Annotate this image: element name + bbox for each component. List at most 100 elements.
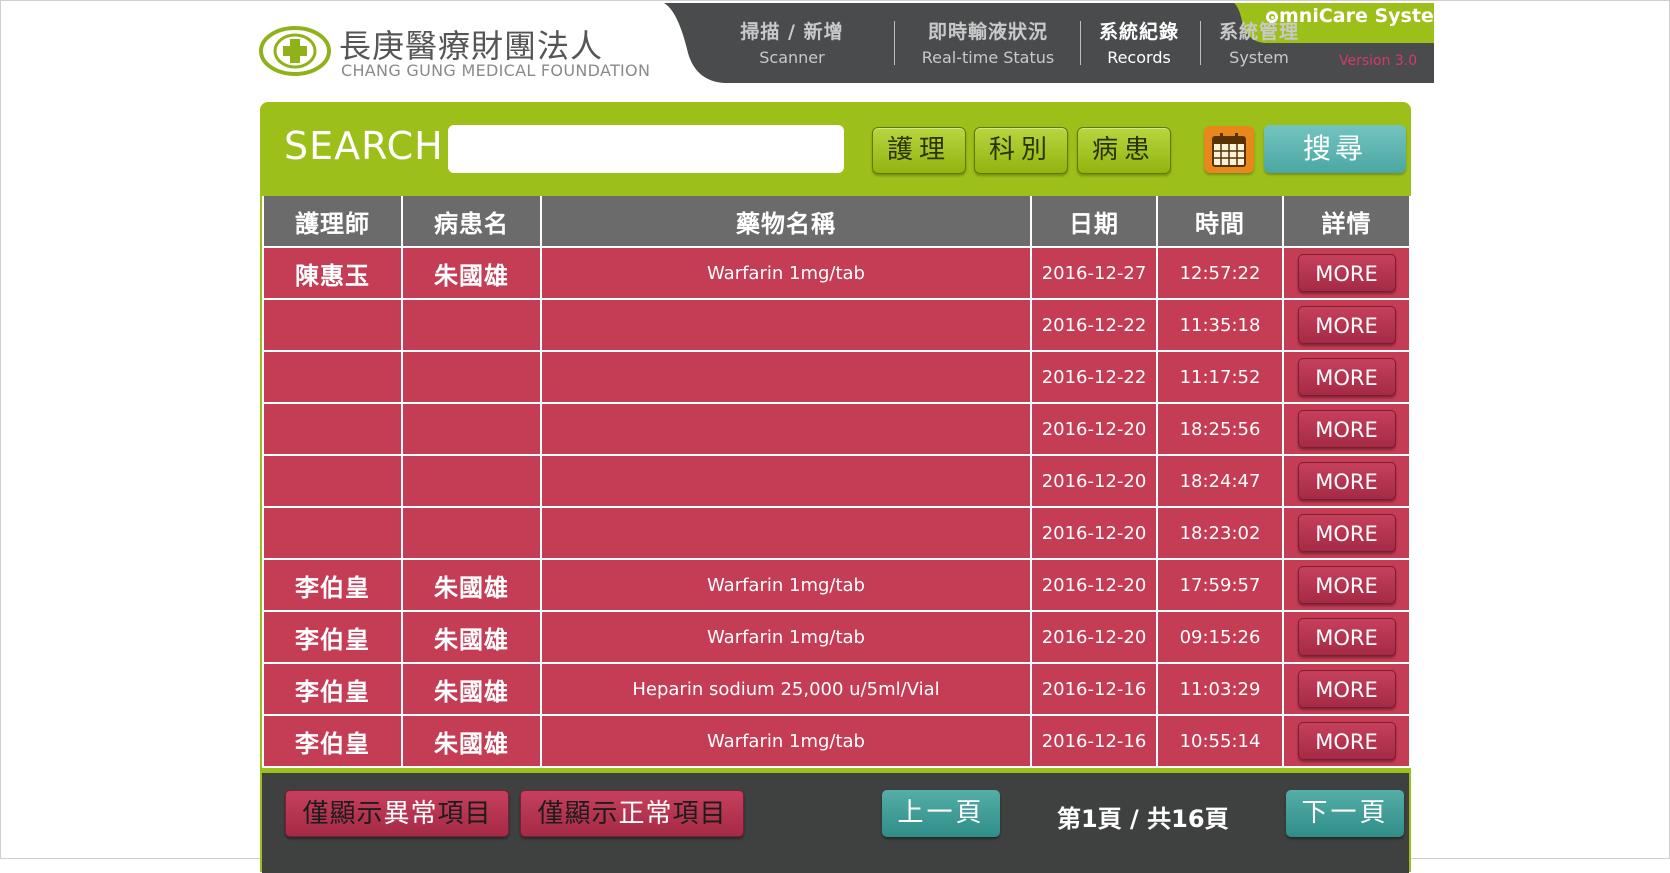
cell-date: 2016-12-27: [1030, 246, 1158, 300]
more-button[interactable]: MORE: [1297, 514, 1396, 552]
nav-divider: [1200, 21, 1201, 65]
search-input[interactable]: [448, 125, 844, 173]
cell-time: 17:59:57: [1156, 558, 1284, 612]
nav-scanner[interactable]: 掃描 / 新增 Scanner: [722, 17, 862, 67]
cell-nurse: [262, 298, 403, 352]
filter-department-button[interactable]: 科別: [974, 127, 1068, 174]
nav-scanner-en: Scanner: [759, 48, 825, 67]
cell-patient: [401, 402, 542, 456]
cell-date: 2016-12-16: [1030, 714, 1158, 768]
table-row: 2016-12-20 18:24:47 MORE: [262, 454, 1411, 508]
next-page-button[interactable]: 下一頁: [1286, 790, 1404, 837]
cell-details: MORE: [1282, 402, 1411, 456]
records-table: 護理師 病患名 藥物名稱 日期 時間 詳情 陳惠玉 朱國雄 Warfarin 1…: [262, 196, 1411, 768]
cell-date: 2016-12-16: [1030, 662, 1158, 716]
more-button[interactable]: MORE: [1297, 306, 1396, 344]
header-date: 日期: [1030, 196, 1158, 248]
more-button[interactable]: MORE: [1297, 358, 1396, 396]
cell-details: MORE: [1282, 350, 1411, 404]
cross-logo-icon: [259, 26, 331, 76]
nav-records-cn: 系統紀錄: [1098, 21, 1179, 43]
cell-patient: [401, 350, 542, 404]
cell-patient: 朱國雄: [401, 246, 542, 300]
table-header-row: 護理師 病患名 藥物名稱 日期 時間 詳情: [262, 196, 1411, 248]
table-row: 2016-12-20 18:23:02 MORE: [262, 506, 1411, 560]
pagination-footer: 僅顯示異常項目 僅顯示正常項目 上一頁 第1頁 / 共16頁 下一頁: [262, 773, 1409, 873]
brand-o-icon: [1266, 11, 1278, 23]
records-panel: SEARCH 護理 科別 病患 搜尋 護理師 病患名 藥物名稱 日期 時間 詳情…: [260, 102, 1411, 873]
cell-drug: Heparin sodium 25,000 u/5ml/Vial: [540, 662, 1032, 716]
prev-page-button[interactable]: 上一頁: [882, 790, 1000, 837]
records-page: 長庚醫療財團法人 CHANG GUNG MEDICAL FOUNDATION 掃…: [0, 0, 1670, 873]
cell-time: 11:35:18: [1156, 298, 1284, 352]
more-button[interactable]: MORE: [1297, 618, 1396, 656]
more-button[interactable]: MORE: [1297, 722, 1396, 760]
more-button[interactable]: MORE: [1297, 254, 1396, 292]
cell-time: 09:15:26: [1156, 610, 1284, 664]
foundation-name-en: CHANG GUNG MEDICAL FOUNDATION: [341, 61, 651, 80]
cell-time: 18:25:56: [1156, 402, 1284, 456]
calendar-icon: [1212, 133, 1246, 167]
nav-divider: [894, 21, 895, 65]
nav-realtime-status-en: Real-time Status: [921, 48, 1055, 67]
table-row: 陳惠玉 朱國雄 Warfarin 1mg/tab 2016-12-27 12:5…: [262, 246, 1411, 300]
cell-patient: [401, 454, 542, 508]
cell-details: MORE: [1282, 298, 1411, 352]
cell-nurse: 李伯皇: [262, 558, 403, 612]
more-button[interactable]: MORE: [1297, 462, 1396, 500]
cell-patient: [401, 298, 542, 352]
header-nurse: 護理師: [262, 196, 403, 248]
calendar-button[interactable]: [1204, 126, 1254, 173]
cell-drug: Warfarin 1mg/tab: [540, 558, 1032, 612]
cell-details: MORE: [1282, 454, 1411, 508]
normal-label-suffix: 項目: [672, 799, 727, 829]
nav-records[interactable]: 系統紀錄 Records: [1086, 17, 1192, 67]
cell-nurse: 李伯皇: [262, 714, 403, 768]
header-time: 時間: [1156, 196, 1284, 248]
search-submit-button[interactable]: 搜尋: [1264, 125, 1406, 173]
header-details: 詳情: [1282, 196, 1411, 248]
table-row: 李伯皇 朱國雄 Heparin sodium 25,000 u/5ml/Vial…: [262, 662, 1411, 716]
more-button[interactable]: MORE: [1297, 670, 1396, 708]
nav-records-en: Records: [1107, 48, 1171, 67]
abnormal-label-keyword: 異常: [383, 799, 438, 829]
nav-realtime-status[interactable]: 即時輸液狀況 Real-time Status: [900, 17, 1076, 67]
cell-patient: 朱國雄: [401, 610, 542, 664]
app-header: 長庚醫療財團法人 CHANG GUNG MEDICAL FOUNDATION 掃…: [259, 3, 1434, 83]
cell-time: 11:03:29: [1156, 662, 1284, 716]
nav-system-en: System: [1229, 48, 1289, 67]
cell-nurse: [262, 402, 403, 456]
cell-date: 2016-12-22: [1030, 350, 1158, 404]
more-button[interactable]: MORE: [1297, 566, 1396, 604]
cell-patient: [401, 506, 542, 560]
header-patient: 病患名: [401, 196, 542, 248]
cell-drug: Warfarin 1mg/tab: [540, 246, 1032, 300]
show-normal-button[interactable]: 僅顯示正常項目: [520, 790, 744, 837]
filter-nursing-button[interactable]: 護理: [872, 127, 966, 174]
cell-time: 18:23:02: [1156, 506, 1284, 560]
cell-details: MORE: [1282, 246, 1411, 300]
cell-time: 12:57:22: [1156, 246, 1284, 300]
version-label: Version 3.0: [1339, 53, 1418, 69]
more-button[interactable]: MORE: [1297, 410, 1396, 448]
search-label: SEARCH: [284, 124, 444, 168]
table-row: 2016-12-22 11:17:52 MORE: [262, 350, 1411, 404]
cell-time: 18:24:47: [1156, 454, 1284, 508]
header-drug: 藥物名稱: [540, 196, 1032, 248]
cell-drug: [540, 298, 1032, 352]
page-indicator: 第1頁 / 共16頁: [1057, 805, 1229, 833]
show-abnormal-button[interactable]: 僅顯示異常項目: [285, 790, 509, 837]
cell-details: MORE: [1282, 662, 1411, 716]
cell-patient: 朱國雄: [401, 662, 542, 716]
cell-drug: [540, 506, 1032, 560]
cell-date: 2016-12-20: [1030, 402, 1158, 456]
table-row: 2016-12-20 18:25:56 MORE: [262, 402, 1411, 456]
cell-date: 2016-12-20: [1030, 610, 1158, 664]
table-row: 李伯皇 朱國雄 Warfarin 1mg/tab 2016-12-20 17:5…: [262, 558, 1411, 612]
cell-drug: [540, 402, 1032, 456]
cell-date: 2016-12-22: [1030, 298, 1158, 352]
filter-patient-button[interactable]: 病患: [1077, 127, 1171, 174]
cell-time: 10:55:14: [1156, 714, 1284, 768]
cell-nurse: 李伯皇: [262, 662, 403, 716]
normal-label-prefix: 僅顯示: [537, 799, 619, 829]
